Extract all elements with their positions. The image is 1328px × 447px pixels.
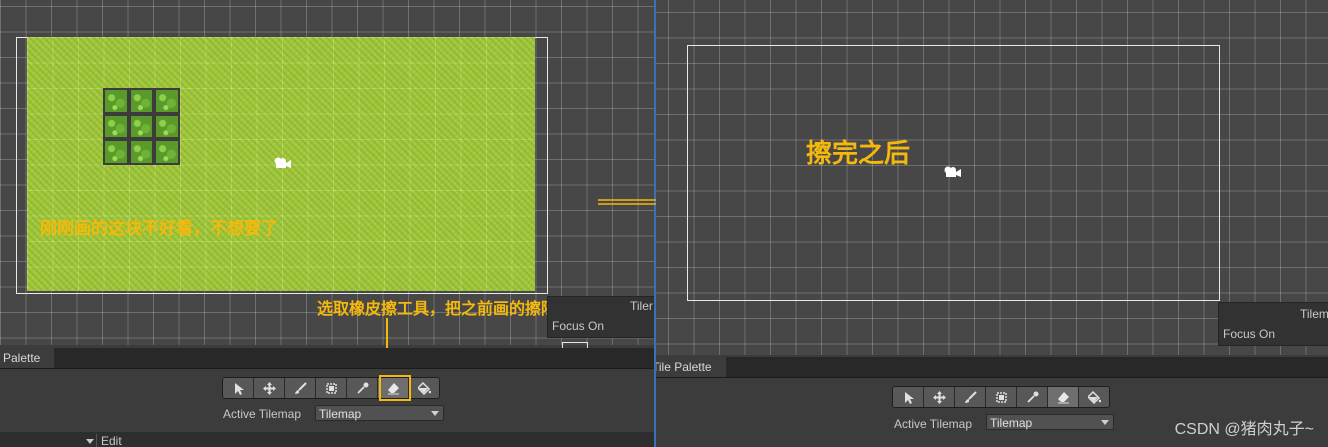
active-tilemap-value: Tilemap [990,416,1033,430]
scene-view[interactable]: 刚刚画的这块不好看，不想要了 选取橡皮擦工具，把之前画的擦除了 Tiler Fo… [0,0,654,353]
bush-tile [154,139,180,165]
annotation-after: 擦完之后 [806,138,911,168]
palette-panel: Active Tilemap Tilemap Edit [0,369,654,447]
overlay-title: Tiler [630,299,653,313]
bush-tile [103,139,129,165]
brush-icon [964,390,977,403]
move-tool-button[interactable] [254,378,285,398]
annotation-main: 刚刚画的这块不好看，不想要了 [40,219,278,238]
move-icon [262,381,276,395]
bush-tile [103,88,129,114]
bush-tile [128,88,155,114]
overlay-title: Tilem [1300,307,1328,321]
eraser-tool-button[interactable] [1048,387,1079,407]
select-tool-button[interactable] [893,387,924,407]
bush-tile [128,113,155,140]
active-tilemap-value: Tilemap [319,407,362,421]
chevron-down-icon[interactable] [86,439,94,444]
tab-tile-palette[interactable]: Tile Palette [656,357,726,377]
chevron-down-icon [1101,420,1109,425]
bucket-icon [1087,390,1101,404]
watermark: CSDN @猪肉丸子~ [1174,421,1314,438]
bush-tile [103,113,129,140]
camera-gizmo-icon [274,157,291,168]
bush-tile [154,113,180,140]
select-tool-button[interactable] [223,378,254,398]
edit-bar: Edit [0,432,654,447]
bush-tile [128,139,155,165]
camera-gizmo-icon [944,166,961,177]
active-tilemap-label: Active Tilemap [894,417,973,431]
focus-on-label[interactable]: Focus On [552,319,604,333]
move-tool-button[interactable] [924,387,955,407]
box-icon [995,391,1007,403]
tilemap-focus-overlay: Tiler Focus On [547,296,654,338]
active-tilemap-label: Active Tilemap [223,407,302,421]
left-window: 刚刚画的这块不好看，不想要了 选取橡皮擦工具，把之前画的擦除了 Tiler Fo… [0,0,654,447]
active-tilemap-select[interactable]: Tilemap [315,405,444,421]
paint-tool-button[interactable] [285,378,316,398]
palette-tabbar: Palette [0,348,654,369]
tab-palette[interactable]: Palette [0,348,55,368]
arrow-icon [234,382,244,395]
arrow-icon [904,391,914,404]
box-icon [325,382,337,394]
right-window: 擦完之后 Tilem Focus On Tile Palette Active … [656,0,1328,447]
picker-tool-button[interactable] [1017,387,1048,407]
picker-tool-button[interactable] [347,378,378,398]
move-icon [932,390,946,404]
fill-tool-button[interactable] [409,378,439,398]
bush-tile-block [103,88,180,165]
tool-strip [892,386,1110,408]
eraser-icon [1057,391,1069,403]
bush-tile [154,88,180,114]
bucket-icon [417,381,431,395]
paint-tool-button[interactable] [955,387,986,407]
brush-icon [294,381,307,394]
annotation-tool: 选取橡皮擦工具，把之前画的擦除了 [317,301,574,318]
fill-tool-button[interactable] [1079,387,1109,407]
tilemap-focus-overlay: Tilem Focus On [1218,302,1328,346]
eyedropper-icon [356,382,368,394]
edit-button[interactable]: Edit [96,434,122,447]
palette-tabbar: Tile Palette [656,357,1328,378]
scene-view[interactable]: 擦完之后 Tilem Focus On [656,0,1328,355]
focus-on-label[interactable]: Focus On [1223,327,1275,341]
box-fill-tool-button[interactable] [316,378,347,398]
active-tilemap-select[interactable]: Tilemap [986,414,1114,430]
eyedropper-icon [1026,391,1038,403]
chevron-down-icon [431,411,439,416]
box-fill-tool-button[interactable] [986,387,1017,407]
eraser-highlight-box [379,375,411,401]
